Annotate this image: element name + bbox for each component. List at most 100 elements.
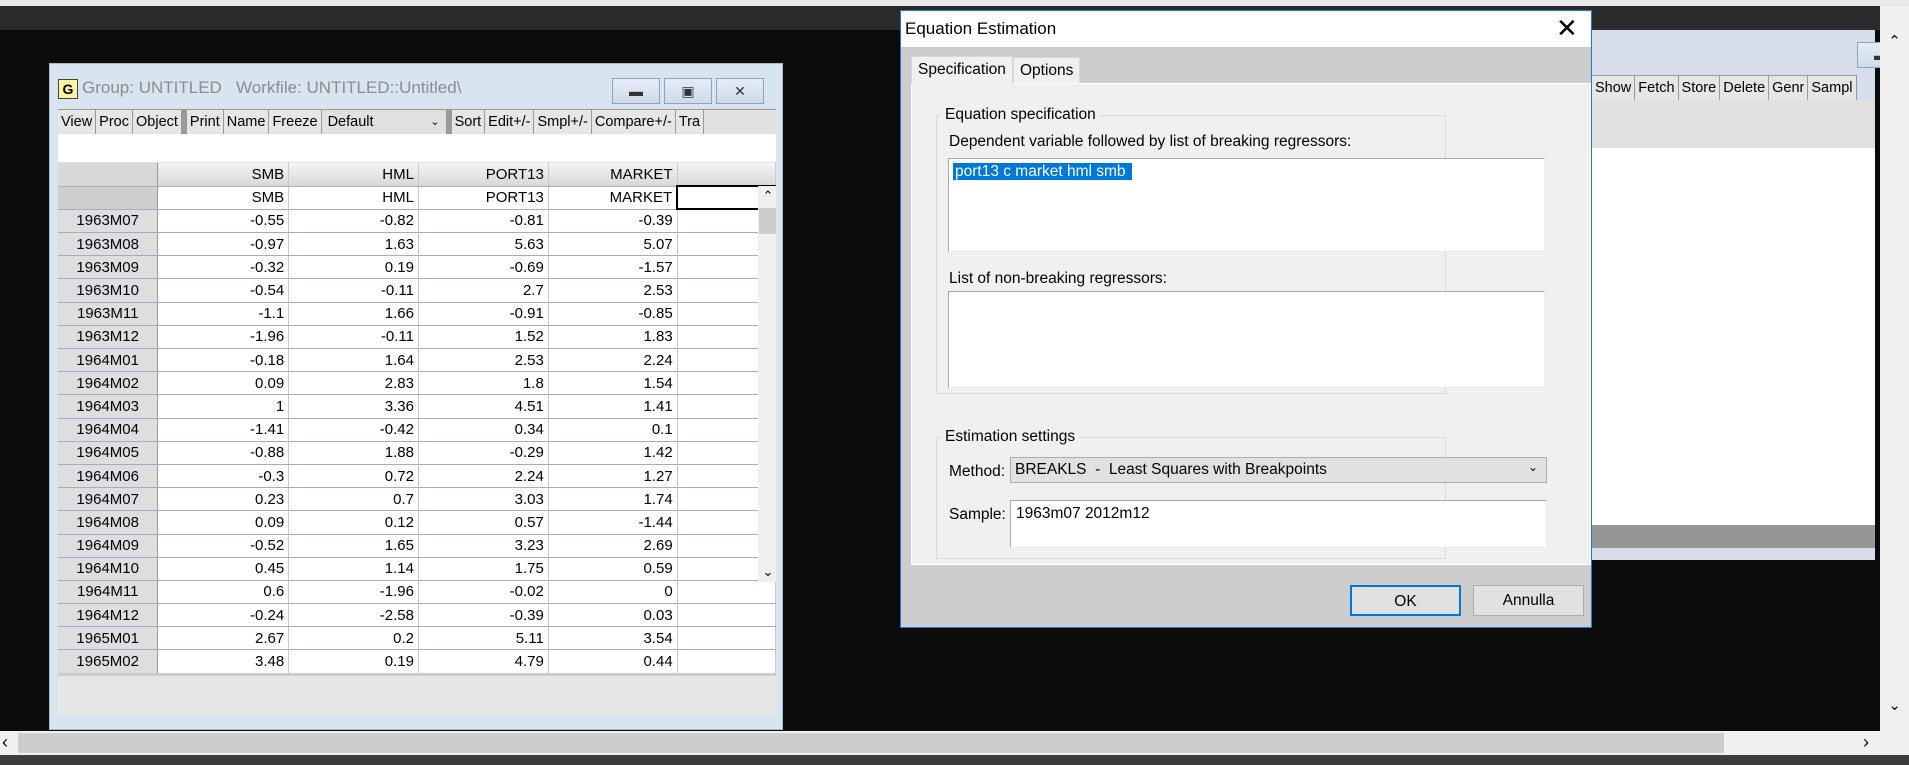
- name-button[interactable]: Name: [223, 110, 270, 134]
- data-cell[interactable]: 3.48: [157, 649, 290, 673]
- data-cell[interactable]: 0.44: [548, 649, 678, 673]
- print-button[interactable]: Print: [186, 110, 224, 134]
- data-cell[interactable]: 0.1: [548, 418, 678, 442]
- data-cell[interactable]: -0.54: [157, 278, 290, 303]
- edit-button[interactable]: Edit+/-: [485, 110, 535, 134]
- data-cell[interactable]: 2.53: [548, 278, 678, 303]
- empty-cell[interactable]: [677, 626, 776, 651]
- data-cell[interactable]: 0.6: [157, 580, 290, 605]
- data-cell[interactable]: -0.29: [418, 441, 549, 465]
- data-cell[interactable]: 0.19: [288, 255, 419, 280]
- data-cell[interactable]: 0.12: [288, 510, 419, 535]
- data-cell[interactable]: -0.82: [288, 209, 419, 234]
- data-cell[interactable]: 2.83: [288, 371, 419, 396]
- row-header[interactable]: 1964M01: [58, 348, 159, 373]
- non-breaking-input[interactable]: [948, 291, 1545, 388]
- row-header[interactable]: 1963M11: [58, 302, 159, 326]
- row-header[interactable]: 1964M03: [58, 394, 159, 419]
- data-cell[interactable]: 1: [157, 394, 290, 419]
- column-header[interactable]: PORT13: [418, 163, 549, 187]
- data-cell[interactable]: -0.81: [418, 209, 549, 234]
- data-cell[interactable]: -0.97: [157, 232, 290, 257]
- vertical-scrollbar[interactable]: ⌃ ⌄: [758, 186, 776, 582]
- data-cell[interactable]: 1.63: [288, 232, 419, 257]
- series-name-cell[interactable]: HML: [288, 186, 419, 210]
- data-cell[interactable]: 5.11: [418, 626, 549, 651]
- data-cell[interactable]: -0.11: [288, 278, 419, 303]
- maximize-button[interactable]: ▣: [664, 78, 712, 104]
- row-header[interactable]: 1963M08: [58, 232, 159, 257]
- data-cell[interactable]: -1.96: [157, 325, 290, 350]
- row-header[interactable]: 1965M02: [58, 649, 159, 673]
- row-header[interactable]: 1964M07: [58, 487, 159, 512]
- series-name-cell[interactable]: SMB: [157, 186, 290, 210]
- data-cell[interactable]: -1.1: [157, 302, 290, 326]
- data-cell[interactable]: 2.53: [418, 348, 549, 373]
- sort-button[interactable]: Sort: [451, 110, 486, 134]
- corner-cell[interactable]: [58, 186, 159, 210]
- data-cell[interactable]: 4.51: [418, 394, 549, 419]
- sample-button[interactable]: Sampl: [1808, 76, 1857, 100]
- empty-cell[interactable]: [677, 649, 776, 673]
- data-cell[interactable]: -0.55: [157, 209, 290, 234]
- data-cell[interactable]: -0.42: [288, 418, 419, 442]
- series-name-cell[interactable]: PORT13: [418, 186, 549, 210]
- data-cell[interactable]: -1.44: [548, 510, 678, 535]
- genr-button[interactable]: Genr: [1769, 76, 1809, 100]
- data-cell[interactable]: -0.18: [157, 348, 290, 373]
- data-cell[interactable]: -0.3: [157, 464, 290, 489]
- row-header[interactable]: 1964M02: [58, 371, 159, 396]
- row-header[interactable]: 1963M09: [58, 255, 159, 280]
- corner-cell[interactable]: [58, 163, 159, 187]
- row-header[interactable]: 1964M06: [58, 464, 159, 489]
- ok-button[interactable]: OK: [1350, 585, 1461, 616]
- tab-specification[interactable]: Specification: [911, 56, 1013, 84]
- data-cell[interactable]: -0.88: [157, 441, 290, 465]
- data-cell[interactable]: -0.69: [418, 255, 549, 280]
- data-cell[interactable]: 1.75: [418, 557, 549, 581]
- data-cell[interactable]: -0.11: [288, 325, 419, 350]
- data-cell[interactable]: 0.09: [157, 510, 290, 535]
- data-cell[interactable]: -2.58: [288, 603, 419, 628]
- delete-button[interactable]: Delete: [1720, 76, 1770, 100]
- data-cell[interactable]: 2.69: [548, 534, 678, 558]
- data-cell[interactable]: -0.85: [548, 302, 678, 326]
- data-cell[interactable]: 1.88: [288, 441, 419, 465]
- main-horizontal-scrollbar[interactable]: ‹ ›: [0, 731, 1909, 755]
- data-cell[interactable]: -0.91: [418, 302, 549, 326]
- data-cell[interactable]: 1.14: [288, 557, 419, 581]
- data-cell[interactable]: 1.27: [548, 464, 678, 489]
- data-cell[interactable]: 1.83: [548, 325, 678, 350]
- data-cell[interactable]: 1.64: [288, 348, 419, 373]
- data-cell[interactable]: 0.23: [157, 487, 290, 512]
- column-header[interactable]: HML: [288, 163, 419, 187]
- data-cell[interactable]: 4.79: [418, 649, 549, 673]
- fetch-button[interactable]: Fetch: [1635, 76, 1679, 100]
- data-cell[interactable]: 1.54: [548, 371, 678, 396]
- proc-button[interactable]: Proc: [96, 110, 133, 134]
- dependent-variable-input[interactable]: port13 c market hml smb: [948, 158, 1545, 252]
- data-cell[interactable]: -0.39: [418, 603, 549, 628]
- scroll-thumb[interactable]: [18, 733, 1724, 753]
- data-cell[interactable]: 0.34: [418, 418, 549, 442]
- freeze-button[interactable]: Freeze: [269, 110, 322, 134]
- row-header[interactable]: 1964M10: [58, 557, 159, 581]
- transpose-button[interactable]: Tra: [675, 110, 705, 134]
- workfile-object-list[interactable]: [1592, 148, 1875, 525]
- sample-input[interactable]: 1963m07 2012m12: [1010, 500, 1547, 548]
- row-header[interactable]: 1964M08: [58, 510, 159, 535]
- data-cell[interactable]: 3.03: [418, 487, 549, 512]
- row-header[interactable]: 1964M09: [58, 534, 159, 558]
- data-cell[interactable]: 5.63: [418, 232, 549, 257]
- cell-edit-field[interactable]: [58, 134, 776, 162]
- column-header[interactable]: MARKET: [548, 163, 678, 187]
- row-header[interactable]: 1964M04: [58, 418, 159, 442]
- data-cell[interactable]: 0.45: [157, 557, 290, 581]
- scroll-up-icon[interactable]: ⌃: [758, 188, 776, 204]
- row-header[interactable]: 1964M12: [58, 603, 159, 628]
- data-cell[interactable]: 0.57: [418, 510, 549, 535]
- scroll-up-icon[interactable]: ⌃: [1880, 32, 1909, 50]
- data-cell[interactable]: -1.41: [157, 418, 290, 442]
- scroll-right-icon[interactable]: ›: [1863, 732, 1869, 753]
- tab-options[interactable]: Options: [1013, 57, 1081, 84]
